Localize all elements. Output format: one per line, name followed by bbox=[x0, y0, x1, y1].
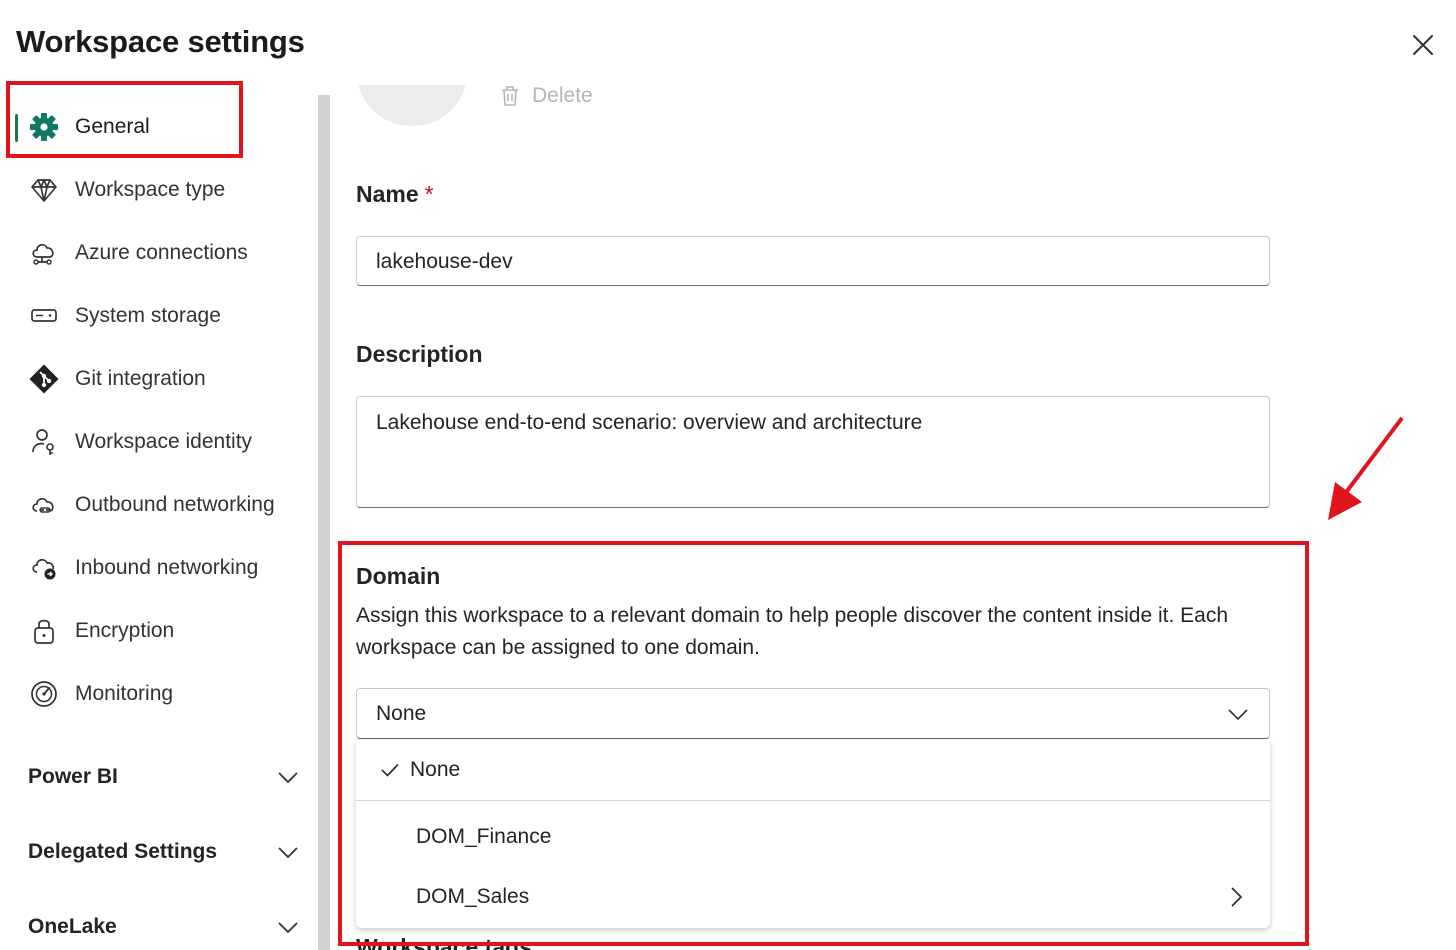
cloud-connection-icon bbox=[28, 237, 60, 269]
sidebar-item-azure-connections[interactable]: Azure connections bbox=[28, 231, 248, 275]
cloud-link-icon bbox=[28, 489, 60, 521]
close-button[interactable] bbox=[1408, 30, 1438, 60]
sidebar-item-monitoring[interactable]: Monitoring bbox=[28, 672, 173, 716]
person-key-icon bbox=[28, 426, 60, 458]
gauge-icon bbox=[28, 678, 60, 710]
annotation-arrow bbox=[1328, 416, 1404, 520]
chevron-down-icon bbox=[278, 922, 298, 934]
annotation-highlight-domain bbox=[338, 541, 1309, 946]
diamond-icon bbox=[28, 174, 60, 206]
description-label: Description bbox=[356, 341, 483, 367]
sidebar-item-label: Outbound networking bbox=[75, 493, 275, 516]
annotation-highlight-general bbox=[6, 81, 243, 158]
delete-label: Delete bbox=[532, 84, 593, 107]
lock-icon bbox=[28, 615, 60, 647]
sidebar-item-outbound-networking[interactable]: Outbound networking bbox=[28, 483, 275, 527]
section-delegated-settings[interactable]: Delegated Settings bbox=[28, 832, 300, 872]
sidebar-item-label: Azure connections bbox=[75, 241, 248, 264]
sidebar-item-workspace-type[interactable]: Workspace type bbox=[28, 168, 225, 212]
close-icon bbox=[1413, 35, 1433, 55]
section-label: OneLake bbox=[28, 915, 117, 938]
section-label: Delegated Settings bbox=[28, 840, 218, 863]
sidebar-item-label: Encryption bbox=[75, 619, 175, 642]
sidebar-item-label: Workspace identity bbox=[75, 430, 253, 453]
section-label: Power BI bbox=[28, 765, 118, 788]
name-label-text: Name bbox=[356, 181, 419, 207]
cloud-arrow-icon bbox=[28, 552, 60, 584]
sidebar-scrollbar[interactable] bbox=[318, 95, 330, 950]
name-input[interactable]: lakehouse-dev bbox=[356, 236, 1270, 286]
chevron-down-icon bbox=[278, 772, 298, 784]
description-textarea[interactable]: Lakehouse end-to-end scenario: overview … bbox=[356, 396, 1270, 508]
trash-icon bbox=[502, 86, 518, 106]
git-icon bbox=[28, 363, 60, 395]
sidebar-item-system-storage[interactable]: System storage bbox=[28, 294, 221, 338]
sidebar-item-inbound-networking[interactable]: Inbound networking bbox=[28, 546, 258, 590]
dialog-title: Workspace settings bbox=[16, 24, 305, 59]
sidebar-item-label: Inbound networking bbox=[75, 556, 259, 579]
delete-image-button[interactable]: Delete bbox=[498, 84, 593, 108]
sidebar-item-label: Git integration bbox=[75, 367, 206, 390]
content-header-mask bbox=[332, 0, 1312, 85]
sidebar-item-workspace-identity[interactable]: Workspace identity bbox=[28, 420, 252, 464]
sidebar-item-encryption[interactable]: Encryption bbox=[28, 609, 174, 653]
sidebar-item-label: Monitoring bbox=[75, 682, 174, 705]
section-power-bi[interactable]: Power BI bbox=[28, 757, 300, 797]
storage-icon bbox=[28, 300, 60, 332]
required-marker: * bbox=[424, 181, 434, 207]
chevron-down-icon bbox=[278, 847, 298, 859]
sidebar-item-git-integration[interactable]: Git integration bbox=[28, 357, 206, 401]
sidebar-item-label: Workspace type bbox=[75, 178, 226, 201]
name-label: Name * bbox=[356, 181, 434, 208]
section-onelake[interactable]: OneLake bbox=[28, 907, 300, 947]
sidebar-item-label: System storage bbox=[75, 304, 221, 327]
